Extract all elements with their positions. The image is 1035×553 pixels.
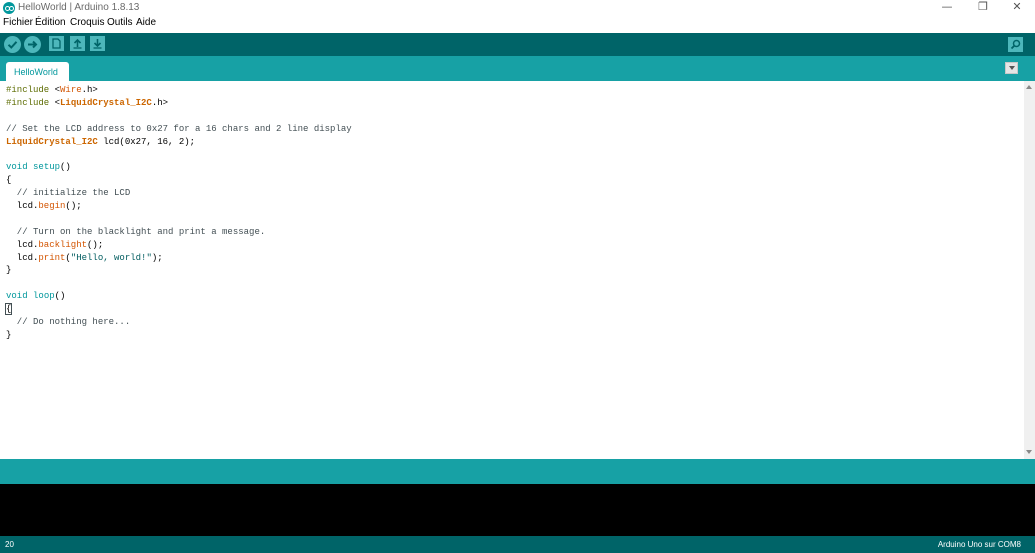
code-line: ​ xyxy=(6,277,352,290)
verify-icon xyxy=(7,41,18,49)
code-token: (); xyxy=(65,201,82,212)
message-area xyxy=(0,459,1035,484)
serial-monitor-button[interactable] xyxy=(1008,37,1023,52)
code-line: void setup() xyxy=(6,161,352,174)
code-token: "Hello, world!" xyxy=(70,252,152,263)
scroll-down-arrow-icon[interactable] xyxy=(1026,450,1032,454)
status-bar: 20 Arduino Uno sur COM8 xyxy=(0,536,1035,553)
upload-icon xyxy=(28,40,38,49)
code-editor[interactable]: #include <Wire.h> #include <LiquidCrystal… xyxy=(0,81,1024,459)
code-token: begin xyxy=(38,201,66,212)
code-line: #include <LiquidCrystal_I2C.h> xyxy=(6,97,352,110)
code-token: // Set the LCD address to 0x27 for a 16 … xyxy=(6,123,352,134)
minimize-button[interactable]: — xyxy=(930,0,964,16)
scroll-up-arrow-icon[interactable] xyxy=(1026,85,1032,89)
code-token: () xyxy=(60,162,71,173)
code-line: // Set the LCD address to 0x27 for a 16 … xyxy=(6,123,352,136)
title-bar: HelloWorld | Arduino 1.8.13 — ❐ ✕ xyxy=(0,0,1035,16)
code-line: // Turn on the blacklight and print a me… xyxy=(6,226,352,239)
menu-item-outils[interactable]: Outils xyxy=(107,17,133,28)
vertical-scrollbar[interactable] xyxy=(1024,81,1035,459)
code-token: LiquidCrystal_I2C xyxy=(60,97,152,108)
code-token: { xyxy=(6,175,12,186)
code-line: } xyxy=(6,264,352,277)
restore-button[interactable]: ❐ xyxy=(966,0,1000,16)
code-line: ​ xyxy=(6,213,352,226)
code-line: { xyxy=(6,174,352,187)
tab-strip: HelloWorld xyxy=(0,56,1035,81)
tab-label: HelloWorld xyxy=(14,67,58,77)
save-button[interactable] xyxy=(90,36,105,51)
code-token: } xyxy=(6,329,12,340)
code-line: #include <Wire.h> xyxy=(6,84,352,97)
code-token: Wire xyxy=(60,85,82,95)
board-port-label: Arduino Uno sur COM8 xyxy=(937,540,1021,549)
code-line: } xyxy=(6,329,352,342)
code-token: backlight xyxy=(38,239,88,250)
code-token: #include xyxy=(6,97,55,108)
code-token: } xyxy=(6,265,12,276)
open-arrow-up-icon xyxy=(73,38,82,49)
code-token: LiquidCrystal_I2C xyxy=(6,136,98,147)
menu-item-aide[interactable]: Aide xyxy=(136,17,156,28)
code-token: void xyxy=(6,162,28,173)
code-token: void xyxy=(6,291,28,302)
magnifier-icon xyxy=(1010,39,1021,50)
code-token: // initialize the LCD xyxy=(6,188,131,199)
menu-item-edition[interactable]: Édition xyxy=(35,17,66,28)
code-line: lcd.backlight(); xyxy=(6,239,352,252)
code-line: LiquidCrystal_I2C lcd(0x27, 16, 2); xyxy=(6,136,352,149)
code-line: ​ xyxy=(6,148,352,161)
code-token: lcd(0x27, 16, 2); xyxy=(97,136,196,147)
code-lines: #include <Wire.h> #include <LiquidCrystal… xyxy=(4,84,352,342)
code-line: // initialize the LCD xyxy=(6,187,352,200)
code-token: ); xyxy=(151,252,163,263)
code-token: lcd. xyxy=(6,239,39,250)
code-token: loop xyxy=(33,291,55,302)
code-token: lcd. xyxy=(6,252,39,263)
code-token: (); xyxy=(87,239,104,250)
code-token: // Do nothing here... xyxy=(6,317,131,328)
code-token: setup xyxy=(33,162,61,173)
arduino-logo-icon xyxy=(3,2,15,14)
code-line: lcd.print("Hello, world!"); xyxy=(6,252,352,265)
console-output[interactable] xyxy=(0,484,1035,536)
menu-item-fichier[interactable]: Fichier xyxy=(3,17,33,28)
code-line: void loop() xyxy=(6,290,352,303)
code-line: { xyxy=(4,303,352,316)
code-token: () xyxy=(54,291,66,302)
code-line: // Do nothing here... xyxy=(6,316,352,329)
window-title: HelloWorld | Arduino 1.8.13 xyxy=(18,2,140,13)
code-token: .h> xyxy=(81,85,98,95)
line-number: 20 xyxy=(5,540,14,549)
code-token: .h> xyxy=(151,97,169,108)
verify-button[interactable] xyxy=(4,36,21,53)
code-token: #include xyxy=(6,85,55,95)
code-token: print xyxy=(38,252,66,263)
cursor-matching-brace: { xyxy=(4,303,13,316)
save-arrow-down-icon xyxy=(93,39,102,49)
tab-helloworld[interactable]: HelloWorld xyxy=(6,62,69,81)
code-token: // Turn on the blacklight and print a me… xyxy=(6,226,266,237)
open-button[interactable] xyxy=(70,36,85,51)
tab-menu-chevron-down-icon[interactable] xyxy=(1005,62,1018,74)
new-file-icon xyxy=(52,38,61,49)
code-line: ​ xyxy=(6,110,352,123)
close-button[interactable]: ✕ xyxy=(1000,0,1034,16)
menu-bar: Fichier Édition Croquis Outils Aide xyxy=(0,16,1035,31)
new-sketch-button[interactable] xyxy=(49,36,64,51)
code-token: lcd. xyxy=(6,201,39,212)
toolbar xyxy=(0,33,1035,56)
code-line: lcd.begin(); xyxy=(6,200,352,213)
menu-item-croquis[interactable]: Croquis xyxy=(70,17,104,28)
upload-button[interactable] xyxy=(24,36,41,53)
